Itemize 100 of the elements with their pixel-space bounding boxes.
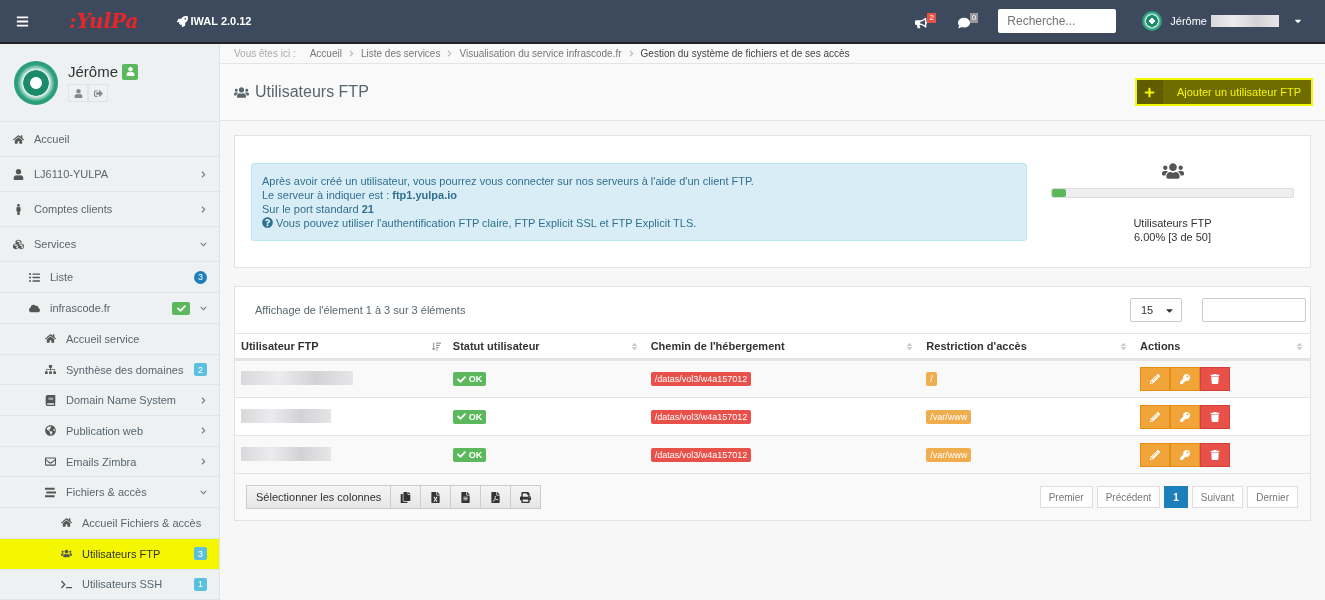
sidebar-item[interactable]: Liste 3	[0, 262, 219, 293]
envelope-icon	[44, 456, 56, 468]
cloud-icon	[28, 302, 40, 314]
key-icon	[1180, 411, 1191, 422]
pdf-file-icon	[490, 491, 502, 503]
key-icon	[1180, 374, 1191, 384]
plus-icon	[1136, 80, 1163, 104]
chat-icon[interactable]	[957, 17, 970, 29]
chevron-icon	[347, 50, 355, 57]
key-button[interactable]	[1170, 367, 1201, 391]
key-button[interactable]	[1170, 404, 1201, 429]
search-field[interactable]: Recherche...	[998, 9, 1117, 33]
status-label: OK	[452, 409, 487, 424]
path-label: /datas/vol3/w4a157012	[650, 409, 752, 424]
list-icon	[28, 271, 40, 283]
key-icon	[1180, 449, 1191, 460]
status-label: OK	[452, 447, 487, 462]
logo: :YulPa	[69, 9, 139, 33]
users-icon	[234, 84, 249, 100]
sidebar-item[interactable]: LJ6110-YULPA	[0, 157, 219, 192]
quota-label: Utilisateurs FTP	[1133, 215, 1212, 230]
version-label: IWAL 2.0.12	[190, 15, 252, 27]
pencil-button[interactable]	[1140, 367, 1171, 391]
sidebar-item[interactable]: Accueil service	[0, 324, 219, 355]
chevron-icon	[627, 50, 635, 57]
megaphone-icon[interactable]	[915, 17, 928, 29]
sidebar-item[interactable]: Utilisateurs FTP 3	[0, 538, 219, 570]
status-label: OK	[452, 372, 487, 386]
select-columns-button[interactable]: Sélectionner les colonnes	[246, 485, 392, 509]
breadcrumb-link[interactable]: Visualisation du service infrascode.fr	[459, 48, 622, 59]
avatar[interactable]	[1142, 11, 1163, 31]
user-name[interactable]: Jérôme	[1170, 15, 1207, 27]
tree-icon	[44, 486, 56, 498]
restriction-label: /var/www	[926, 447, 972, 462]
chevron-icon	[446, 50, 454, 57]
pencil-icon	[1150, 449, 1161, 460]
pagination-button[interactable]: 1	[1164, 486, 1188, 508]
count-badge: 1	[194, 577, 207, 591]
check-icon	[456, 412, 466, 421]
restriction-label: /	[926, 372, 937, 386]
globe-icon	[44, 425, 56, 437]
quota-reading: 6.00% [3 de 50]	[1133, 229, 1212, 244]
sidebar-item[interactable]: Domain Name System	[0, 385, 219, 417]
trash-button[interactable]	[1200, 442, 1231, 467]
profile-button[interactable]	[68, 84, 88, 102]
sidebar-item[interactable]: infrascode.fr	[0, 293, 219, 324]
pencil-icon	[1150, 411, 1161, 422]
add-user-button[interactable]: Ajouter un utilisateur FTP	[1134, 78, 1313, 106]
page-size-select[interactable]: 15	[1130, 298, 1182, 322]
check-icon	[456, 374, 466, 384]
sidebar-item[interactable]: Publication web	[0, 416, 219, 447]
sidebar-item[interactable]: Accueil	[0, 122, 219, 157]
home-icon	[60, 517, 72, 529]
excel-file-button[interactable]	[420, 485, 452, 509]
print-button[interactable]	[510, 485, 542, 509]
breadcrumb-link[interactable]: Accueil	[309, 48, 342, 59]
info-text: Vous pouvez utiliser l'authentification FTP claire, FTP Explicit SSL et FTP Explicit TLS.	[276, 215, 697, 230]
info-text: Après avoir créé un utilisateur, vous pourrez vous connecter sur nos serveurs à l'aide d'un client FTP.	[262, 173, 755, 188]
copy-icon	[400, 491, 412, 503]
logout-button[interactable]	[88, 84, 108, 102]
filter-field[interactable]	[1202, 298, 1306, 322]
file-icon	[460, 491, 472, 503]
sidebar-item[interactable]: Synthèse des domaines 2	[0, 354, 219, 386]
excel-file-icon	[430, 491, 442, 503]
copy-button[interactable]	[390, 485, 422, 509]
users-icon	[60, 548, 72, 560]
sitemap-icon	[44, 364, 56, 376]
pagination-button[interactable]: Premier	[1039, 486, 1093, 508]
home-icon	[12, 133, 24, 145]
pencil-button[interactable]	[1140, 404, 1171, 429]
pagination-button[interactable]: Suivant	[1191, 486, 1244, 508]
user-icon	[12, 168, 24, 180]
pagination-button[interactable]: Dernier	[1247, 486, 1298, 508]
table-summary: Affichage de l'élement 1 à 3 sur 3 éléments	[255, 304, 467, 316]
key-button[interactable]	[1170, 442, 1201, 467]
sidebar-item[interactable]: Accueil Fichiers & accès	[0, 508, 219, 539]
breadcrumb-link[interactable]: Gestion du système de fichiers et de ses accès	[640, 48, 850, 59]
path-label: /datas/vol3/w4a157012	[650, 447, 752, 462]
file-button[interactable]	[450, 485, 482, 509]
trash-icon	[1210, 374, 1221, 384]
trash-icon	[1210, 449, 1221, 460]
sidebar-item[interactable]: Services	[0, 227, 219, 262]
trash-button[interactable]	[1200, 367, 1231, 391]
sidebar-item[interactable]: Emails Zimbra	[0, 446, 219, 478]
cubes-icon	[12, 238, 24, 250]
pencil-button[interactable]	[1140, 442, 1171, 467]
trash-button[interactable]	[1200, 404, 1231, 429]
sidebar-item[interactable]: Utilisateurs SSH 1	[0, 569, 219, 600]
redacted-block	[1211, 15, 1279, 27]
logout-icon	[93, 88, 103, 98]
sidebar-item[interactable]: Fichiers & accès	[0, 477, 219, 509]
home-icon	[44, 333, 56, 345]
breadcrumb-link[interactable]: Liste des services	[360, 48, 441, 59]
book-icon	[44, 394, 56, 406]
pdf-file-button[interactable]	[480, 485, 512, 509]
terminal-icon	[60, 578, 72, 590]
sidebar-item[interactable]: Comptes clients	[0, 192, 219, 227]
rocket-icon	[176, 15, 188, 27]
pagination-button[interactable]: Précédent	[1096, 486, 1161, 508]
menu-icon[interactable]	[16, 14, 29, 28]
